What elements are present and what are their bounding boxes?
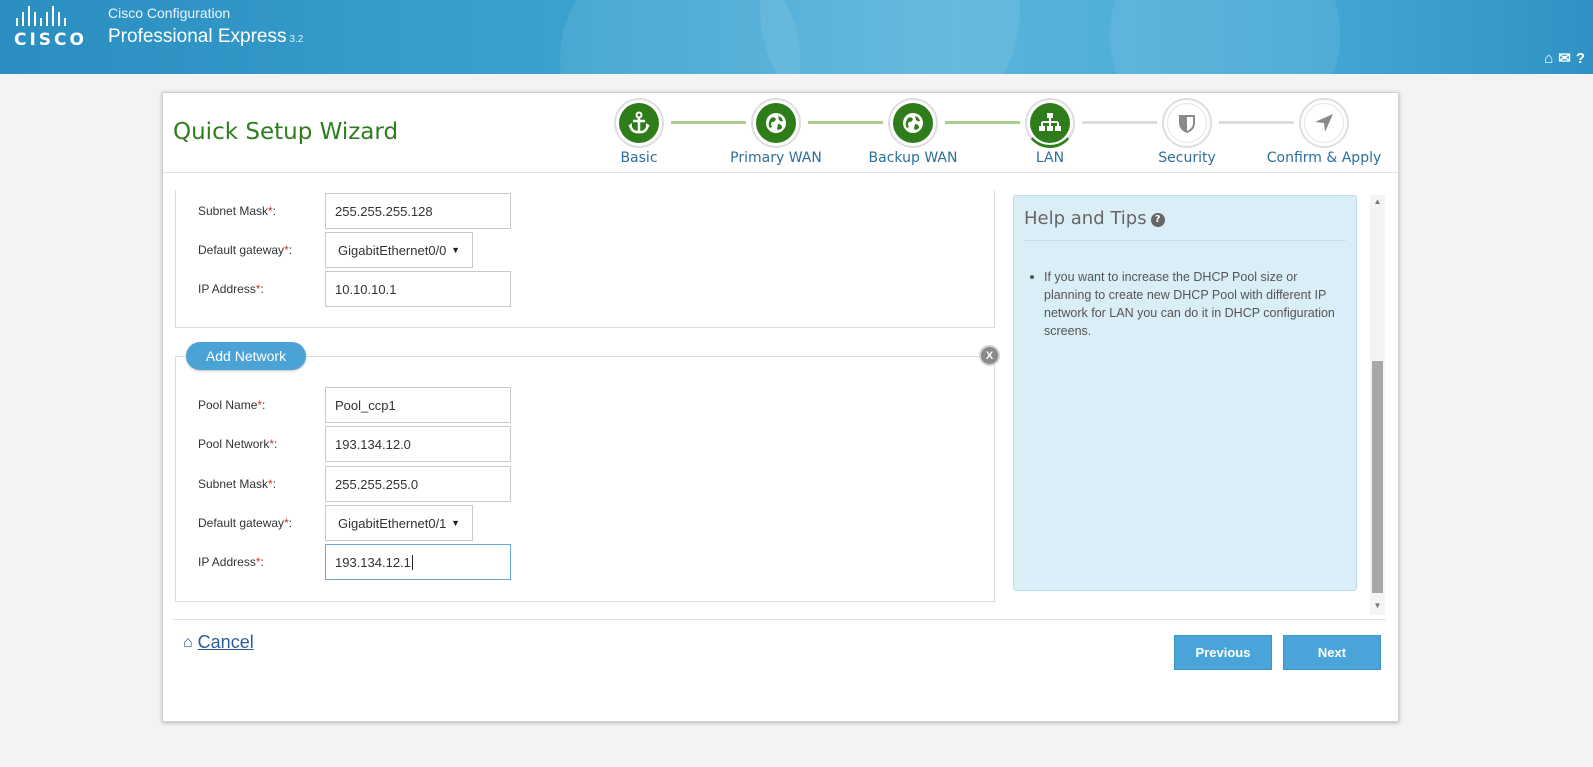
brand-name: cisco bbox=[14, 30, 87, 50]
mail-icon[interactable]: ✉ bbox=[1558, 51, 1571, 66]
app-title-text: Professional Express bbox=[108, 26, 287, 47]
ip-address-input[interactable]: 193.134.12.1 bbox=[325, 544, 511, 580]
pool-name-input[interactable]: Pool_ccp1 bbox=[325, 387, 511, 423]
step-label: Primary WAN bbox=[730, 150, 822, 166]
form-row-pool-name: Pool Name*: Pool_ccp1 bbox=[198, 387, 511, 423]
scroll-down-icon[interactable]: ▼ bbox=[1370, 601, 1385, 613]
step-label: Security bbox=[1158, 150, 1216, 166]
globe-icon bbox=[903, 113, 923, 133]
help-panel: Help and Tips? If you want to increase t… bbox=[1013, 195, 1357, 591]
form-row-gateway-2: Default gateway*: GigabitEthernet0/1 ▼ bbox=[198, 505, 473, 541]
form-row-ip-2: IP Address*: 193.134.12.1 bbox=[198, 544, 511, 580]
cancel-link[interactable]: ⌂ Cancel bbox=[183, 632, 254, 653]
app-header: cisco Cisco Configuration Professional E… bbox=[0, 0, 1593, 74]
page-title: Quick Setup Wizard bbox=[173, 119, 399, 145]
step-lan[interactable]: LAN bbox=[980, 98, 1120, 166]
navigation-arrow-icon bbox=[1315, 114, 1333, 132]
help-icon[interactable]: ? bbox=[1576, 51, 1585, 66]
form-row-subnet-1: Subnet Mask*: 255.255.255.128 bbox=[198, 193, 511, 229]
anchor-icon bbox=[628, 111, 650, 134]
subnet-mask-label: Subnet Mask*: bbox=[198, 204, 277, 218]
default-gateway-select[interactable]: GigabitEthernet0/0 ▼ bbox=[325, 232, 473, 268]
step-label: Basic bbox=[620, 150, 658, 166]
divider bbox=[163, 172, 1398, 173]
divider bbox=[173, 619, 1386, 620]
home-icon[interactable]: ⌂ bbox=[1544, 51, 1553, 66]
subnet-mask-input[interactable]: 255.255.255.0 bbox=[325, 466, 511, 502]
home-icon: ⌂ bbox=[183, 633, 193, 651]
header-icons: ⌂ ✉ ? bbox=[1544, 51, 1585, 66]
dropdown-arrow-icon: ▼ bbox=[451, 245, 460, 255]
step-label: LAN bbox=[1035, 150, 1065, 166]
scroll-up-icon[interactable]: ▲ bbox=[1370, 197, 1385, 209]
help-text: If you want to increase the DHCP Pool si… bbox=[1044, 270, 1335, 338]
bullet bbox=[1030, 275, 1034, 279]
step-label: Backup WAN bbox=[868, 150, 958, 166]
text-cursor bbox=[411, 554, 413, 570]
app-title: Professional Express 3.2 bbox=[108, 26, 303, 48]
help-title: Help and Tips? bbox=[1024, 208, 1165, 229]
add-network-badge: Add Network bbox=[186, 342, 306, 370]
globe-icon bbox=[766, 113, 786, 133]
app-version: 3.2 bbox=[289, 34, 304, 45]
previous-button[interactable]: Previous bbox=[1174, 635, 1272, 670]
form-row-pool-network: Pool Network*: 193.134.12.0 bbox=[198, 426, 511, 462]
ip-address-input[interactable]: 10.10.10.1 bbox=[325, 271, 511, 307]
default-gateway-label: Default gateway*: bbox=[198, 243, 293, 257]
dropdown-arrow-icon: ▼ bbox=[451, 518, 460, 528]
cisco-logo: cisco bbox=[14, 6, 88, 50]
ip-address-label: IP Address*: bbox=[198, 282, 264, 296]
pool-network-label: Pool Network*: bbox=[198, 437, 278, 451]
default-gateway-label: Default gateway*: bbox=[198, 516, 293, 530]
scrollbar-thumb[interactable] bbox=[1372, 361, 1383, 593]
close-icon[interactable]: X bbox=[979, 345, 1000, 366]
step-confirm-apply[interactable]: Confirm & Apply bbox=[1254, 98, 1394, 166]
form-row-subnet-2: Subnet Mask*: 255.255.255.0 bbox=[198, 466, 511, 502]
subnet-mask-input[interactable]: 255.255.255.128 bbox=[325, 193, 511, 229]
app-subtitle: Cisco Configuration bbox=[108, 5, 231, 21]
next-button[interactable]: Next bbox=[1283, 635, 1381, 670]
pool-network-input[interactable]: 193.134.12.0 bbox=[325, 426, 511, 462]
subnet-mask-label: Subnet Mask*: bbox=[198, 477, 277, 491]
network-tree-icon bbox=[1039, 112, 1061, 131]
cancel-label: Cancel bbox=[197, 632, 254, 652]
step-security[interactable]: Security bbox=[1117, 98, 1257, 166]
step-label: Confirm & Apply bbox=[1266, 150, 1382, 166]
ip-address-label: IP Address*: bbox=[198, 555, 264, 569]
question-icon: ? bbox=[1150, 212, 1165, 227]
step-backup-wan[interactable]: Backup WAN bbox=[843, 98, 983, 166]
pool-name-label: Pool Name*: bbox=[198, 398, 266, 412]
scrollbar[interactable]: ▲ ▼ bbox=[1370, 195, 1385, 615]
form-row-gateway-1: Default gateway*: GigabitEthernet0/0 ▼ bbox=[198, 232, 473, 268]
step-basic[interactable]: Basic bbox=[569, 98, 709, 166]
divider bbox=[1024, 240, 1346, 241]
shield-icon bbox=[1179, 115, 1195, 133]
default-gateway-select[interactable]: GigabitEthernet0/1 ▼ bbox=[325, 505, 473, 541]
form-row-ip-1: IP Address*: 10.10.10.1 bbox=[198, 271, 511, 307]
step-primary-wan[interactable]: Primary WAN bbox=[706, 98, 846, 166]
